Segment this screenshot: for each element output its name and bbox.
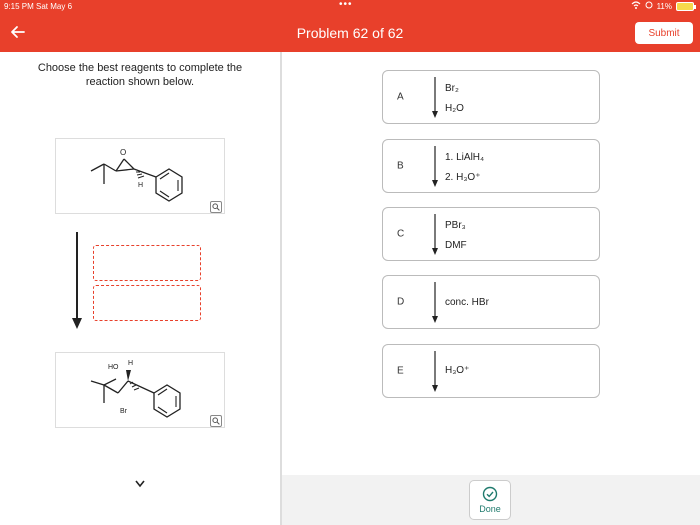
check-circle-icon xyxy=(482,486,498,502)
atom-label-br: Br xyxy=(120,408,128,415)
answer-option-e[interactable]: E H₃O⁺ xyxy=(382,344,600,398)
option-reagent-1: Br₂ xyxy=(445,83,459,94)
option-letter: B xyxy=(397,160,404,172)
option-reagent-2: 2. H₃O⁺ xyxy=(445,172,481,183)
lock-rotation-icon xyxy=(645,1,653,11)
product-structure: HO H Br xyxy=(55,352,225,428)
done-label: Done xyxy=(479,504,501,514)
answer-option-c[interactable]: C PBr₃ DMF xyxy=(382,207,600,261)
down-arrow-icon xyxy=(432,77,438,118)
reagent-dropzone-2[interactable] xyxy=(93,285,201,321)
option-reagent-2: H₂O xyxy=(445,103,464,114)
atom-label-o: O xyxy=(120,148,126,157)
top-bar: 9:15 PM Sat May 6 ••• 11% Problem 62 of … xyxy=(0,0,700,52)
wifi-icon xyxy=(631,1,641,11)
magnifier-icon xyxy=(212,203,220,211)
option-reagent-2: DMF xyxy=(445,240,467,251)
multitask-dots[interactable]: ••• xyxy=(339,0,353,10)
battery-percent: 11% xyxy=(656,1,672,11)
down-arrow-icon xyxy=(432,282,438,323)
status-right: 11% xyxy=(631,1,696,11)
atom-label-h: H xyxy=(128,360,133,367)
question-prompt: Choose the best reagents to complete the… xyxy=(37,62,243,88)
option-letter: E xyxy=(397,365,404,377)
option-letter: D xyxy=(397,296,405,308)
magnifier-icon xyxy=(212,417,220,425)
option-reagent-1: PBr₃ xyxy=(445,220,466,231)
product-drawing: HO H Br xyxy=(90,360,181,418)
reaction-arrow-icon xyxy=(72,232,82,330)
reactant-drawing: O H xyxy=(90,148,183,202)
answer-option-d[interactable]: D conc. HBr xyxy=(382,275,600,329)
down-arrow-icon xyxy=(432,214,438,255)
status-bar: 9:15 PM Sat May 6 ••• 11% xyxy=(0,0,700,14)
atom-label-ho: HO xyxy=(108,364,119,371)
atom-label-h: H xyxy=(138,182,143,189)
down-arrow-icon xyxy=(432,146,438,187)
option-reagent-1: 1. LiAlH₄ xyxy=(445,152,485,163)
option-letter: A xyxy=(397,91,404,103)
battery-icon xyxy=(676,1,696,11)
answer-option-b[interactable]: B 1. LiAlH₄ 2. H₃O⁺ xyxy=(382,139,600,193)
done-button[interactable]: Done xyxy=(469,480,511,520)
status-time: 9:15 PM Sat May 6 xyxy=(4,2,73,11)
option-reagent-1: H₃O⁺ xyxy=(445,365,470,376)
zoom-product-button[interactable] xyxy=(210,415,222,427)
submit-button[interactable]: Submit xyxy=(635,22,693,44)
down-arrow-icon xyxy=(432,351,438,392)
answer-option-a[interactable]: A Br₂ H₂O xyxy=(382,70,600,124)
reagent-dropzone-1[interactable] xyxy=(93,245,201,281)
zoom-reactant-button[interactable] xyxy=(210,201,222,213)
page-title: Problem 62 of 62 xyxy=(296,25,404,41)
reactant-structure: O H xyxy=(55,138,225,214)
option-reagent-1: conc. HBr xyxy=(445,297,489,308)
option-letter: C xyxy=(397,228,405,240)
chevron-down-icon[interactable] xyxy=(133,477,147,491)
